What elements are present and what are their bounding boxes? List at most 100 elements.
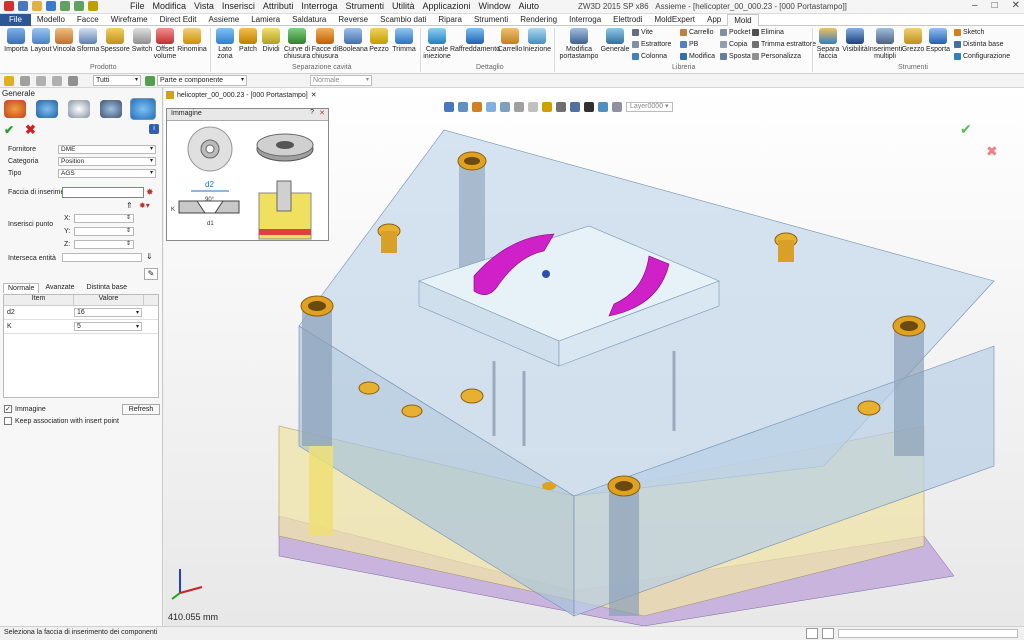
menu-interroga[interactable]: Interroga bbox=[301, 1, 337, 11]
3d-viewport[interactable]: helicopter_00_000.23 - [000 Portastampo]… bbox=[164, 88, 1024, 626]
view-light-icon[interactable] bbox=[542, 102, 552, 112]
tab-normale[interactable]: Normale bbox=[3, 283, 40, 293]
view-wire-icon[interactable] bbox=[584, 102, 594, 112]
collapse-icon[interactable]: ⇑ bbox=[126, 201, 133, 210]
tab-wireframe[interactable]: Wireframe bbox=[105, 14, 154, 26]
vincola-button[interactable]: Vincola bbox=[53, 28, 75, 53]
new-icon[interactable] bbox=[18, 1, 28, 11]
close-icon[interactable]: ✕ bbox=[1012, 0, 1020, 11]
grid-icon[interactable] bbox=[822, 628, 834, 639]
pick-face-icon[interactable]: ✸ bbox=[146, 187, 154, 198]
tab-assieme[interactable]: Assieme bbox=[203, 14, 246, 26]
menu-file[interactable]: File bbox=[130, 1, 145, 11]
assembly-icon[interactable] bbox=[36, 100, 58, 118]
filter-select[interactable]: Tutti ▾ bbox=[93, 75, 141, 86]
menu-inserisci[interactable]: Inserisci bbox=[222, 1, 255, 11]
menu-window[interactable]: Window bbox=[479, 1, 511, 11]
help-icon[interactable]: ? bbox=[310, 109, 314, 116]
offset-volume-button[interactable]: Offset volume bbox=[154, 28, 176, 60]
menu-strumenti[interactable]: Strumenti bbox=[345, 1, 384, 11]
view-shade-icon[interactable] bbox=[570, 102, 580, 112]
patch-button[interactable]: Patch bbox=[238, 28, 258, 53]
keep-association-checkbox[interactable]: Keep association with insert point bbox=[4, 417, 119, 425]
line-filter-icon[interactable] bbox=[36, 76, 46, 86]
pezzo-button[interactable]: Pezzo bbox=[368, 28, 390, 53]
snap-icon[interactable] bbox=[806, 628, 818, 639]
modifica-portastampo-button[interactable]: Modifica portastampo bbox=[558, 28, 600, 60]
close-icon[interactable]: ✕ bbox=[311, 91, 317, 99]
cancel-icon[interactable]: ✖ bbox=[25, 122, 36, 138]
tab-rendering[interactable]: Rendering bbox=[514, 14, 563, 26]
row-value[interactable]: 5 ▾ bbox=[74, 322, 142, 331]
copia-button[interactable]: Copia bbox=[720, 41, 747, 48]
open-icon[interactable] bbox=[32, 1, 42, 11]
table-row[interactable]: d2 16 ▾ bbox=[4, 306, 158, 320]
menu-modifica[interactable]: Modifica bbox=[153, 1, 187, 11]
row-value[interactable]: 16 ▾ bbox=[74, 308, 142, 317]
pocket-button[interactable]: Pocket bbox=[720, 29, 750, 36]
tab-strumenti[interactable]: Strumenti bbox=[468, 14, 514, 26]
tab-moldexpert[interactable]: MoldExpert bbox=[649, 14, 701, 26]
configurazione-button[interactable]: Configurazione bbox=[954, 53, 1010, 60]
layer-select[interactable]: Layer0000 ▾ bbox=[626, 102, 673, 112]
menu-vista[interactable]: Vista bbox=[194, 1, 214, 11]
tab-direct-edit[interactable]: Direct Edit bbox=[154, 14, 203, 26]
dividi-button[interactable]: Dividi bbox=[260, 28, 282, 53]
raffreddamento-button[interactable]: Raffreddamento bbox=[450, 28, 500, 53]
esporta-button[interactable]: Esporta bbox=[926, 28, 950, 53]
tab-elettrodi[interactable]: Elettrodi bbox=[607, 14, 648, 26]
mold-gear-icon[interactable] bbox=[4, 100, 26, 118]
fornitore-select[interactable]: DME ▾ bbox=[58, 145, 156, 154]
ok-icon[interactable]: ✔ bbox=[4, 123, 14, 137]
document-tab[interactable]: helicopter_00_000.23 - [000 Portastampo]… bbox=[166, 90, 317, 100]
view-icon[interactable] bbox=[68, 100, 90, 118]
tab-interroga[interactable]: Interroga bbox=[563, 14, 607, 26]
inserimenti-multipli-button[interactable]: Inserimenti multipli bbox=[868, 28, 902, 60]
pb-button[interactable]: PB bbox=[680, 41, 698, 48]
layer-icon[interactable] bbox=[100, 100, 122, 118]
pick-point-icon[interactable]: ✸▾ bbox=[139, 201, 150, 210]
mold-model[interactable] bbox=[264, 116, 1004, 626]
tab-modello[interactable]: Modello bbox=[31, 14, 71, 26]
redo-icon[interactable] bbox=[74, 1, 84, 11]
sketch-button[interactable]: Sketch bbox=[954, 29, 984, 36]
grezzo-button[interactable]: Grezzo bbox=[902, 28, 924, 53]
sforma-button[interactable]: Sforma bbox=[77, 28, 99, 53]
distinta-base-button[interactable]: Distinta base bbox=[954, 41, 1003, 48]
table-row[interactable]: K 5 ▾ bbox=[4, 320, 158, 334]
tab-reverse[interactable]: Reverse bbox=[332, 14, 374, 26]
trimma-button[interactable]: Trimma bbox=[392, 28, 416, 53]
estrattore-button[interactable]: Estrattore bbox=[632, 41, 671, 48]
switch-button[interactable]: Switch bbox=[131, 28, 153, 53]
face-filter-icon[interactable] bbox=[68, 76, 78, 86]
layout-button[interactable]: Layout bbox=[30, 28, 52, 53]
view-fit-icon[interactable] bbox=[500, 102, 510, 112]
canale-iniezione-button[interactable]: Canale iniezione bbox=[423, 28, 451, 60]
tab-ripara[interactable]: Ripara bbox=[432, 14, 468, 26]
view-color-icon[interactable] bbox=[598, 102, 608, 112]
view-pan-icon[interactable] bbox=[472, 102, 482, 112]
carrello-small-button[interactable]: Carrello bbox=[680, 29, 714, 36]
refresh-button[interactable]: Refresh bbox=[122, 404, 160, 415]
sposta-button[interactable]: Sposta bbox=[720, 53, 751, 60]
importa-button[interactable]: Importa bbox=[4, 28, 28, 53]
colonna-button[interactable]: Colonna bbox=[632, 53, 667, 60]
tab-file[interactable]: File bbox=[0, 14, 31, 26]
apply-icon[interactable]: ✎ bbox=[144, 268, 158, 280]
z-input[interactable]: ⇕ bbox=[74, 240, 134, 249]
visibilita-button[interactable]: Visibilità bbox=[842, 28, 868, 53]
elimina-button[interactable]: Elimina bbox=[752, 29, 784, 36]
menu-utilita[interactable]: Utilità bbox=[392, 1, 415, 11]
view-cube-icon[interactable] bbox=[514, 102, 524, 112]
save-icon[interactable] bbox=[46, 1, 56, 11]
view-zoom-icon[interactable] bbox=[486, 102, 496, 112]
filter-icon[interactable] bbox=[20, 76, 30, 86]
tab-avanzate[interactable]: Avanzate bbox=[39, 283, 80, 293]
separa-faccia-button[interactable]: Separa faccia bbox=[816, 28, 840, 60]
trimma-estrattore-button[interactable]: Trimma estrattore bbox=[752, 41, 816, 48]
interseca-input[interactable] bbox=[62, 253, 142, 262]
view-home-icon[interactable] bbox=[444, 102, 454, 112]
undo-icon[interactable] bbox=[60, 1, 70, 11]
booleana-button[interactable]: Booleana bbox=[338, 28, 368, 53]
tab-lamiera[interactable]: Lamiera bbox=[245, 14, 286, 26]
